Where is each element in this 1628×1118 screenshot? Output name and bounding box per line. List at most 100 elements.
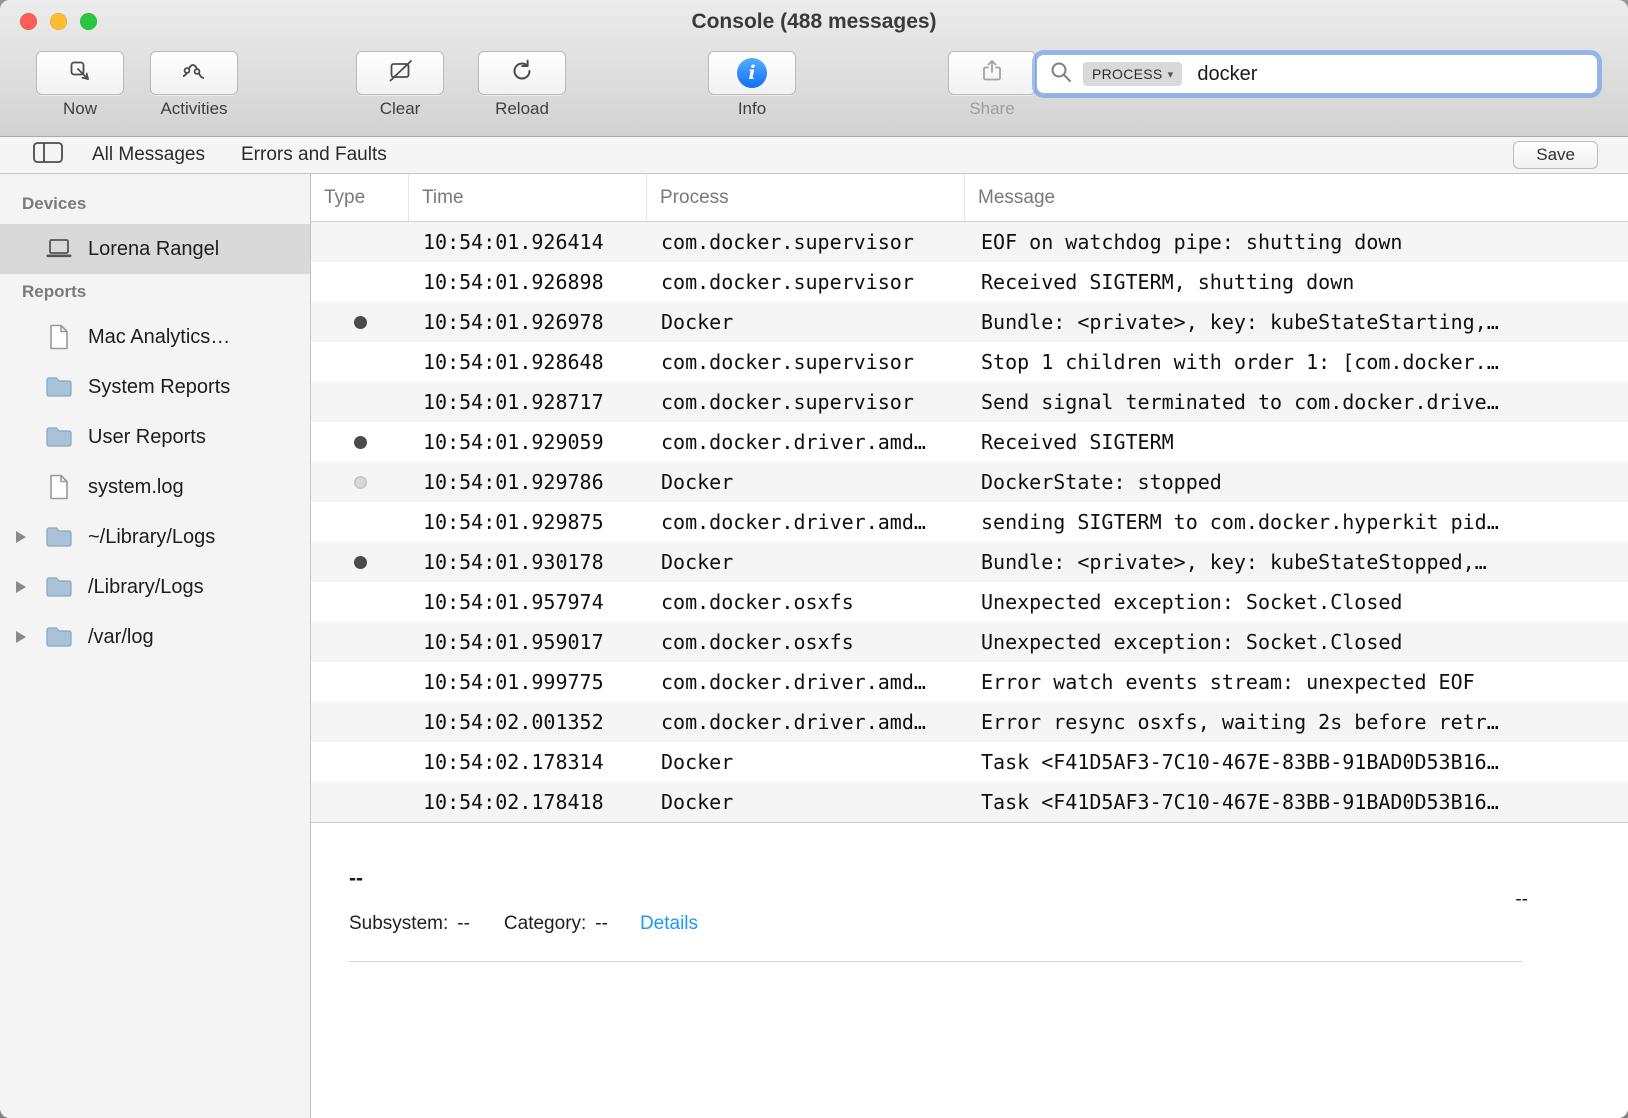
sidebar-item-library-logs[interactable]: ~/Library/Logs bbox=[0, 512, 310, 562]
time-cell: 10:54:01.929786 bbox=[409, 470, 647, 494]
sidebar-toggle-button[interactable] bbox=[32, 140, 64, 170]
log-table-body: 10:54:01.926414 com.docker.supervisor EOF … bbox=[311, 222, 1628, 823]
time-cell: 10:54:01.929875 bbox=[409, 510, 647, 534]
zoom-window-button[interactable] bbox=[80, 13, 97, 30]
column-header-time[interactable]: Time bbox=[409, 174, 647, 221]
now-button[interactable]: Now bbox=[36, 51, 124, 119]
console-window: Console (488 messages) Now Activities Cl… bbox=[0, 0, 1628, 1118]
sidebar-item-library-logs[interactable]: /Library/Logs bbox=[0, 562, 310, 612]
table-row[interactable]: 10:54:01.926414com.docker.supervisorEOF … bbox=[311, 222, 1628, 262]
process-cell: com.docker.driver.amd… bbox=[647, 430, 965, 454]
table-row[interactable]: 10:54:01.926978DockerBundle: <private>, … bbox=[311, 302, 1628, 342]
chevron-down-icon: ▾ bbox=[1168, 68, 1174, 81]
time-cell: 10:54:01.926898 bbox=[409, 270, 647, 294]
clear-icon bbox=[387, 58, 414, 89]
table-row[interactable]: 10:54:02.178418DockerTask <F41D5AF3-7C10… bbox=[311, 782, 1628, 822]
message-cell: Bundle: <private>, key: kubeStateStopped… bbox=[965, 550, 1628, 574]
time-cell: 10:54:01.928648 bbox=[409, 350, 647, 374]
message-cell: Send signal terminated to com.docker.dri… bbox=[965, 390, 1628, 414]
time-cell: 10:54:01.928717 bbox=[409, 390, 647, 414]
sidebar-item-label: system.log bbox=[88, 476, 184, 499]
details-link[interactable]: Details bbox=[640, 913, 698, 935]
sidebar-item-user-reports[interactable]: User Reports bbox=[0, 412, 310, 462]
subsystem-value: -- bbox=[457, 913, 470, 935]
table-row[interactable]: 10:54:01.957974com.docker.osxfsUnexpecte… bbox=[311, 582, 1628, 622]
folder-icon bbox=[44, 526, 74, 548]
message-cell: EOF on watchdog pipe: shutting down bbox=[965, 230, 1628, 254]
laptop-icon bbox=[44, 238, 74, 260]
detail-pane: -- Subsystem: -- Category: -- Details -- bbox=[311, 823, 1628, 1118]
clear-button[interactable]: Clear bbox=[356, 51, 444, 119]
column-header-process[interactable]: Process bbox=[647, 174, 965, 221]
folder-icon bbox=[44, 626, 74, 648]
message-cell: Received SIGTERM bbox=[965, 430, 1628, 454]
sidebar-item-lorena-rangel[interactable]: Lorena Rangel bbox=[0, 224, 310, 274]
titlebar[interactable]: Console (488 messages) bbox=[0, 0, 1628, 44]
message-cell: Unexpected exception: Socket.Closed bbox=[965, 630, 1628, 654]
column-header-message[interactable]: Message bbox=[965, 174, 1628, 221]
table-row[interactable]: 10:54:01.959017com.docker.osxfsUnexpecte… bbox=[311, 622, 1628, 662]
tab-all-messages[interactable]: All Messages bbox=[92, 144, 205, 166]
folder-icon bbox=[44, 426, 74, 448]
table-row[interactable]: 10:54:01.928648com.docker.supervisorStop… bbox=[311, 342, 1628, 382]
folder-icon bbox=[44, 576, 74, 598]
close-window-button[interactable] bbox=[20, 13, 37, 30]
sidebar-item-var-log[interactable]: /var/log bbox=[0, 612, 310, 662]
subsystem-label: Subsystem: bbox=[349, 913, 448, 935]
message-cell: Unexpected exception: Socket.Closed bbox=[965, 590, 1628, 614]
disclosure-triangle-icon[interactable] bbox=[16, 531, 26, 543]
message-cell: Task <F41D5AF3-7C10-467E-83BB-91BAD0D53B… bbox=[965, 790, 1628, 814]
search-icon bbox=[1049, 60, 1073, 89]
disclosure-triangle-icon[interactable] bbox=[16, 581, 26, 593]
clear-label: Clear bbox=[380, 99, 421, 119]
document-icon bbox=[44, 474, 74, 500]
log-pane: Type Time Process Message 10:54:01.92641… bbox=[311, 174, 1628, 1118]
table-row[interactable]: 10:54:02.178314DockerTask <F41D5AF3-7C10… bbox=[311, 742, 1628, 782]
save-button[interactable]: Save bbox=[1513, 141, 1598, 169]
message-cell: Task <F41D5AF3-7C10-467E-83BB-91BAD0D53B… bbox=[965, 750, 1628, 774]
table-row[interactable]: 10:54:01.926898com.docker.supervisorRece… bbox=[311, 262, 1628, 302]
search-token-process[interactable]: PROCESS ▾ bbox=[1083, 62, 1182, 86]
message-cell: Bundle: <private>, key: kubeStateStartin… bbox=[965, 310, 1628, 334]
log-level-dot bbox=[354, 316, 367, 329]
table-row[interactable]: 10:54:01.929059com.docker.driver.amd…Rec… bbox=[311, 422, 1628, 462]
search-input[interactable] bbox=[1195, 62, 1585, 87]
table-row[interactable]: 10:54:01.999775com.docker.driver.amd…Err… bbox=[311, 662, 1628, 702]
info-button[interactable]: i Info bbox=[708, 51, 796, 119]
sidebar-item-system-reports[interactable]: System Reports bbox=[0, 362, 310, 412]
tab-errors-and-faults[interactable]: Errors and Faults bbox=[241, 144, 387, 166]
toolbar: Now Activities Clear Reload i Info Share bbox=[0, 44, 1628, 136]
disclosure-triangle-icon[interactable] bbox=[16, 631, 26, 643]
filter-bar: All Messages Errors and Faults Save bbox=[0, 137, 1628, 174]
table-row[interactable]: 10:54:01.929875com.docker.driver.amd…sen… bbox=[311, 502, 1628, 542]
table-row[interactable]: 10:54:01.930178DockerBundle: <private>, … bbox=[311, 542, 1628, 582]
sidebar-item-system-log[interactable]: system.log bbox=[0, 462, 310, 512]
message-cell: Error resync osxfs, waiting 2s before re… bbox=[965, 710, 1628, 734]
now-label: Now bbox=[63, 99, 97, 119]
detail-message: -- bbox=[349, 867, 1628, 891]
column-header-type[interactable]: Type bbox=[311, 174, 409, 221]
table-row[interactable]: 10:54:01.928717com.docker.supervisorSend… bbox=[311, 382, 1628, 422]
process-cell: com.docker.osxfs bbox=[647, 630, 965, 654]
reload-button[interactable]: Reload bbox=[478, 51, 566, 119]
share-button[interactable]: Share bbox=[948, 51, 1036, 119]
process-cell: com.docker.driver.amd… bbox=[647, 670, 965, 694]
sidebar-item-label: /Library/Logs bbox=[88, 576, 204, 599]
sidebar-section-header: Devices bbox=[0, 186, 310, 224]
info-label: Info bbox=[738, 99, 766, 119]
table-row[interactable]: 10:54:01.929786DockerDockerState: stoppe… bbox=[311, 462, 1628, 502]
table-row[interactable]: 10:54:02.001352com.docker.driver.amd…Err… bbox=[311, 702, 1628, 742]
search-field[interactable]: PROCESS ▾ bbox=[1036, 54, 1598, 94]
process-cell: Docker bbox=[647, 750, 965, 774]
sidebar-section-header: Reports bbox=[0, 274, 310, 312]
process-cell: com.docker.supervisor bbox=[647, 390, 965, 414]
reload-icon bbox=[509, 58, 535, 89]
activities-button[interactable]: Activities bbox=[150, 51, 238, 119]
time-cell: 10:54:01.926414 bbox=[409, 230, 647, 254]
process-cell: Docker bbox=[647, 310, 965, 334]
sidebar-item-mac-analytics[interactable]: Mac Analytics… bbox=[0, 312, 310, 362]
time-cell: 10:54:02.178314 bbox=[409, 750, 647, 774]
detail-meta: Subsystem: -- Category: -- Details bbox=[349, 913, 1628, 935]
minimize-window-button[interactable] bbox=[50, 13, 67, 30]
time-cell: 10:54:02.178418 bbox=[409, 790, 647, 814]
